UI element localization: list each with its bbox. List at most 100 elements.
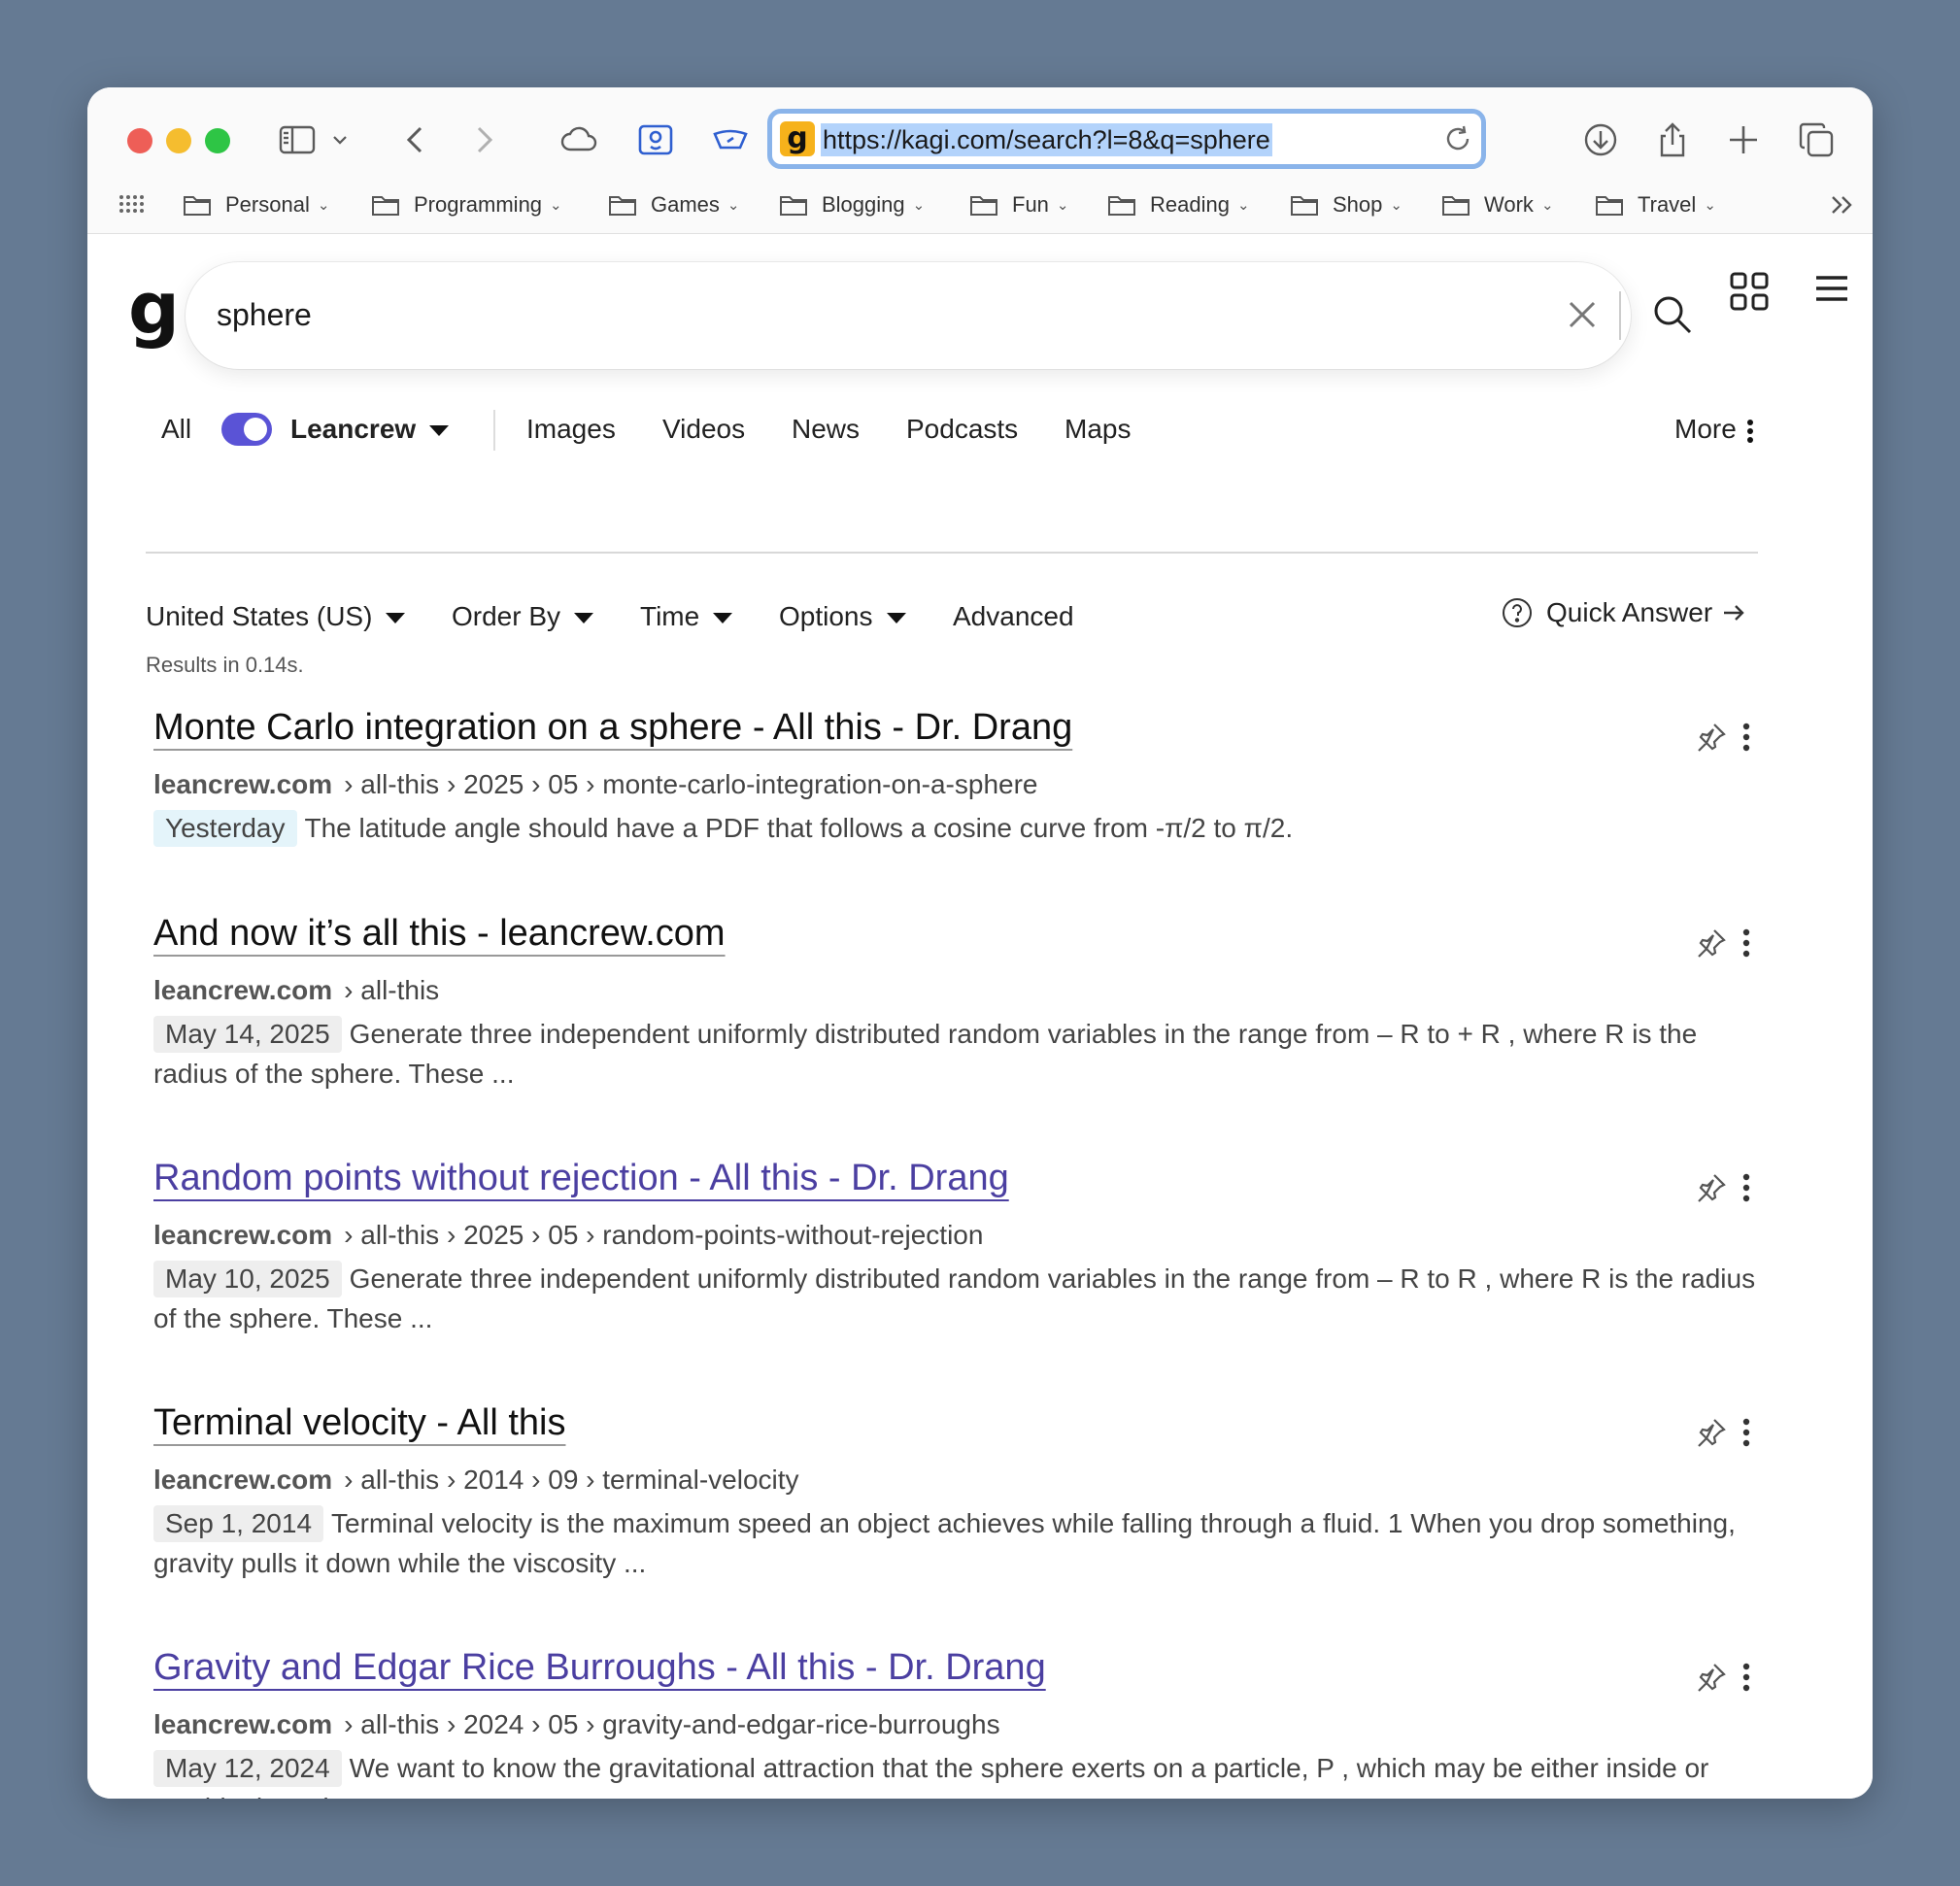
result-date-badge: May 10, 2025 [153,1261,342,1297]
pin-icon[interactable] [1695,926,1728,960]
bookmark-folder-reading[interactable]: Reading ⌄ [1107,192,1250,218]
bookmark-folder-fun[interactable]: Fun ⌄ [969,192,1069,218]
minimize-window-button[interactable] [166,128,191,153]
order-by-filter[interactable]: Order By [452,601,594,632]
downloads-icon[interactable] [1577,117,1624,163]
options-filter[interactable]: Options [779,601,906,632]
new-tab-icon[interactable] [1720,117,1767,163]
search-result: Gravity and Edgar Rice Burroughs - All t… [153,1645,1766,1799]
advanced-filter[interactable]: Advanced [953,601,1074,632]
pin-icon[interactable] [1695,721,1728,754]
result-snippet: May 10, 2025 Generate three independent u… [153,1259,1766,1338]
chevron-down-icon: ⌄ [1704,197,1716,214]
result-title-link[interactable]: Terminal velocity - All this [153,1400,565,1445]
result-more-options-icon[interactable] [1741,723,1751,752]
result-url[interactable]: leancrew.com › all-this › 2024 › 05 › gra… [153,1709,1766,1740]
url-text[interactable]: https://kagi.com/search?l=8&q=sphere [821,123,1272,156]
quick-answer-button[interactable]: Quick Answer [1502,597,1747,628]
kagi-extension-icon[interactable] [632,117,679,163]
search-input[interactable]: sphere [217,297,312,333]
cloud-icon[interactable] [556,117,602,163]
search-result: Terminal velocity - All this leancrew.co… [153,1400,1766,1583]
result-title-link[interactable]: And now it’s all this - leancrew.com [153,911,726,956]
folder-icon [1596,196,1623,216]
tab-podcasts[interactable]: Podcasts [906,414,1018,445]
tab-images[interactable]: Images [526,414,616,445]
results-timing: Results in 0.14s. [146,653,304,677]
result-more-options-icon[interactable] [1741,1418,1751,1447]
result-title-link[interactable]: Random points without rejection - All th… [153,1156,1009,1200]
back-arrow-icon[interactable] [392,117,439,163]
result-url[interactable]: leancrew.com › all-this [153,975,1766,1006]
apps-grid-icon[interactable] [1727,269,1772,314]
forward-arrow-icon[interactable] [460,117,507,163]
tab-videos[interactable]: Videos [662,414,745,445]
clear-search-icon[interactable] [1559,291,1605,338]
apps-grid-icon[interactable] [117,192,146,218]
pin-icon[interactable] [1695,1661,1728,1694]
bookmark-folder-personal[interactable]: Personal ⌄ [183,192,329,218]
lens-toggle[interactable] [221,413,272,446]
result-snippet-text: We want to know the gravitational attrac… [153,1753,1709,1799]
bookmark-folder-shop[interactable]: Shop ⌄ [1290,192,1402,218]
result-snippet: May 14, 2025 Generate three independent u… [153,1014,1766,1094]
bookmark-folder-work[interactable]: Work ⌄ [1441,192,1554,218]
pin-icon[interactable] [1695,1171,1728,1204]
bookmarks-overflow-icon[interactable] [1828,190,1857,219]
bookmark-folder-games[interactable]: Games ⌄ [608,192,740,218]
tab-news[interactable]: News [792,414,860,445]
result-domain: leancrew.com [153,1709,333,1739]
result-path: › all-this › 2025 › 05 › random-points-w… [344,1220,984,1250]
result-more-options-icon[interactable] [1741,928,1751,958]
result-date-badge: May 14, 2025 [153,1016,342,1053]
result-snippet-text: The latitude angle should have a PDF tha… [304,813,1294,843]
search-box: sphere [186,262,1692,369]
time-filter[interactable]: Time [640,601,733,632]
bookmark-folder-travel[interactable]: Travel ⌄ [1595,192,1716,218]
kagi-favicon: g [780,121,815,156]
result-path: › all-this › 2014 › 09 › terminal-veloci… [344,1465,799,1495]
bookmarks-bar: Personal ⌄ Programming ⌄ Games ⌄ Blogging ⌄ … [87,185,1873,233]
hamburger-menu-icon[interactable] [1812,269,1851,308]
result-snippet: Yesterday The latitude angle should have … [153,808,1766,848]
result-more-options-icon[interactable] [1741,1663,1751,1692]
pin-icon[interactable] [1695,1416,1728,1449]
chevron-down-icon: ⌄ [550,197,562,214]
question-circle-icon [1503,598,1532,627]
bookmark-folder-blogging[interactable]: Blogging ⌄ [779,192,925,218]
region-filter[interactable]: United States (US) [146,601,406,632]
tab-overview-icon[interactable] [1793,117,1840,163]
sidebar-toggle-icon[interactable] [274,117,321,163]
result-more-options-icon[interactable] [1741,1173,1751,1202]
result-title-link[interactable]: Monte Carlo integration on a sphere - Al… [153,705,1072,750]
result-url[interactable]: leancrew.com › all-this › 2025 › 05 › mon… [153,769,1766,800]
maximize-window-button[interactable] [205,128,230,153]
result-url[interactable]: leancrew.com › all-this › 2014 › 09 › ter… [153,1465,1766,1496]
share-icon[interactable] [1649,117,1696,163]
result-url[interactable]: leancrew.com › all-this › 2025 › 05 › ran… [153,1220,1766,1251]
chevron-down-icon: ⌄ [1390,197,1402,214]
reload-icon[interactable] [1442,123,1473,154]
result-domain: leancrew.com [153,769,333,799]
result-title-link[interactable]: Gravity and Edgar Rice Burroughs - All t… [153,1645,1046,1690]
result-date-badge: Yesterday [153,810,297,847]
wipr-shield-icon[interactable] [707,117,754,163]
caret-down-icon[interactable] [429,425,450,437]
bookmark-label: Travel [1638,192,1697,217]
search-icon[interactable] [1647,289,1698,340]
tab-lens-leancrew[interactable]: Leancrew [290,414,450,445]
folder-icon [609,196,636,216]
vertical-dots-icon [1746,419,1753,443]
result-snippet: May 12, 2024 We want to know the gravitat… [153,1748,1766,1799]
close-window-button[interactable] [127,128,152,153]
chevron-down-icon[interactable] [325,117,355,163]
address-bar[interactable]: g https://kagi.com/search?l=8&q=sphere [767,109,1486,169]
tab-more[interactable]: More [1674,414,1754,445]
tab-maps[interactable]: Maps [1064,414,1131,445]
bookmark-folder-programming[interactable]: Programming ⌄ [371,192,562,218]
folder-icon [372,196,399,216]
tab-all[interactable]: All [161,414,191,445]
result-path: › all-this › 2025 › 05 › monte-carlo-int… [344,769,1038,799]
kagi-logo[interactable]: g [128,273,180,345]
chevron-down-icon: ⌄ [1540,197,1554,214]
